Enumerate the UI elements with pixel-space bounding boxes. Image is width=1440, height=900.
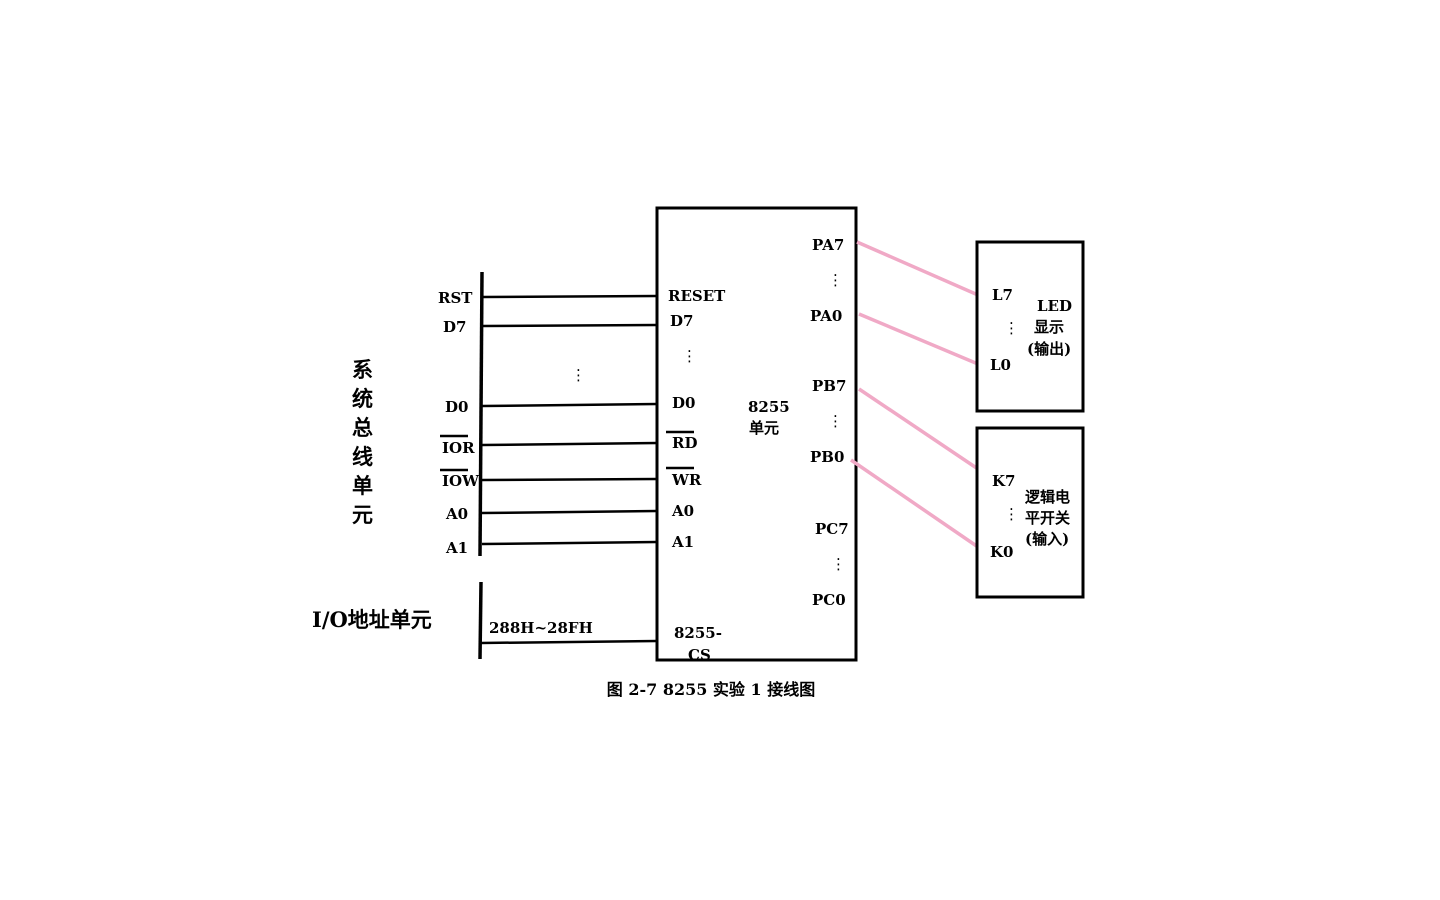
chip-pin-a0: A0 (671, 502, 694, 520)
chip-pin-rd: RD (672, 434, 697, 452)
led-unit-box (975, 240, 1085, 413)
system-bus-title-char: 统 (352, 386, 373, 411)
wiring-diagram: 系 统 总 线 单 元 RST D7 D0 IOR IOW A0 A1 ⋮ I/… (312, 206, 1085, 699)
system-bus-title-char: 单 (352, 473, 373, 498)
chip-pin-pb0: PB0 (810, 448, 844, 466)
bus-signal-iow: IOW (442, 472, 480, 490)
system-bus-title-char: 线 (352, 444, 373, 469)
jumper-pa7-l7 (856, 240, 979, 297)
chip-name: 8255 (748, 398, 790, 416)
switch-ellipsis: ⋮ (1004, 505, 1019, 523)
chip-data-ellipsis: ⋮ (682, 347, 697, 365)
wire-cs (480, 639, 658, 645)
system-bus-line (478, 271, 484, 557)
bus-signal-d7: D7 (443, 318, 466, 336)
bus-signal-d0: D0 (445, 398, 468, 416)
bus-signal-a0: A0 (445, 505, 468, 523)
jumper-wires (850, 240, 979, 549)
chip-pin-reset: RESET (668, 287, 726, 305)
led-pin-l7: L7 (992, 286, 1013, 304)
bus-signal-rst: RST (438, 289, 473, 307)
logic-switch-unit: K7 ⋮ K0 逻辑电 平开关 (输入) (975, 426, 1085, 599)
chip-pin-pc0: PC0 (812, 591, 846, 609)
system-bus-title-char: 元 (352, 502, 373, 527)
wire-d0 (481, 402, 658, 408)
bus-ellipsis: ⋮ (571, 366, 586, 384)
chip-pin-pa7: PA7 (812, 236, 844, 254)
io-address-range: 288H~28FH (489, 619, 593, 637)
switch-pin-k0: K0 (990, 543, 1013, 561)
chip-pc-ellipsis: ⋮ (831, 555, 846, 573)
chip-pin-pb7: PB7 (812, 377, 846, 395)
jumper-pa0-l0 (858, 312, 979, 366)
switch-unit-title-line3: (输入) (1025, 530, 1069, 548)
chip-8255: RESET D7 ⋮ D0 RD WR A0 A1 8255- CS 8255 … (655, 206, 858, 664)
chip-pin-d7: D7 (670, 312, 693, 330)
led-pin-l0: L0 (990, 356, 1011, 374)
chip-pin-a1: A1 (671, 533, 694, 551)
switch-unit-title-line1: 逻辑电 (1025, 488, 1070, 506)
chip-pb-ellipsis: ⋮ (828, 412, 843, 430)
jumper-pb7-k7 (858, 387, 979, 471)
chip-name-unit: 单元 (749, 419, 779, 437)
system-bus-title-char: 系 (352, 357, 373, 382)
figure-caption: 图 2-7 8255 实验 1 接线图 (607, 680, 815, 699)
wire-ior-rd (481, 441, 658, 447)
jumper-pb0-k0 (850, 458, 979, 549)
bus-signal-a1: A1 (445, 539, 468, 557)
system-bus-unit: 系 统 总 线 单 元 RST D7 D0 IOR IOW A0 A1 ⋮ (352, 271, 586, 557)
chip-pin-cs-line1: 8255- (674, 624, 722, 642)
wire-d7 (481, 323, 658, 328)
wire-rst-reset (481, 294, 658, 299)
chip-pin-cs-line2: CS (688, 646, 711, 664)
chip-pin-pa0: PA0 (810, 307, 842, 325)
led-unit-title-line3: (输出) (1027, 340, 1071, 358)
io-address-unit: I/O地址单元 288H~28FH (312, 581, 658, 660)
system-bus-title-char: 总 (352, 415, 373, 440)
wire-iow-wr (481, 477, 658, 482)
led-ellipsis: ⋮ (1004, 319, 1019, 337)
led-unit-title-line2: 显示 (1034, 318, 1064, 336)
led-display-unit: L7 ⋮ L0 LED 显示 (输出) (975, 240, 1085, 413)
io-address-line (478, 581, 483, 660)
wire-a1 (481, 540, 658, 546)
switch-pin-k7: K7 (992, 472, 1015, 490)
chip-pin-wr: WR (671, 471, 702, 489)
io-address-title: I/O地址单元 (312, 607, 432, 632)
switch-unit-title-line2: 平开关 (1025, 509, 1070, 527)
bus-signal-ior: IOR (442, 439, 475, 457)
chip-pin-d0: D0 (672, 394, 695, 412)
wire-a0 (481, 509, 658, 515)
chip-pin-pc7: PC7 (815, 520, 849, 538)
bus-wires (481, 294, 658, 546)
chip-pa-ellipsis: ⋮ (828, 271, 843, 289)
led-unit-title-line1: LED (1037, 297, 1072, 315)
